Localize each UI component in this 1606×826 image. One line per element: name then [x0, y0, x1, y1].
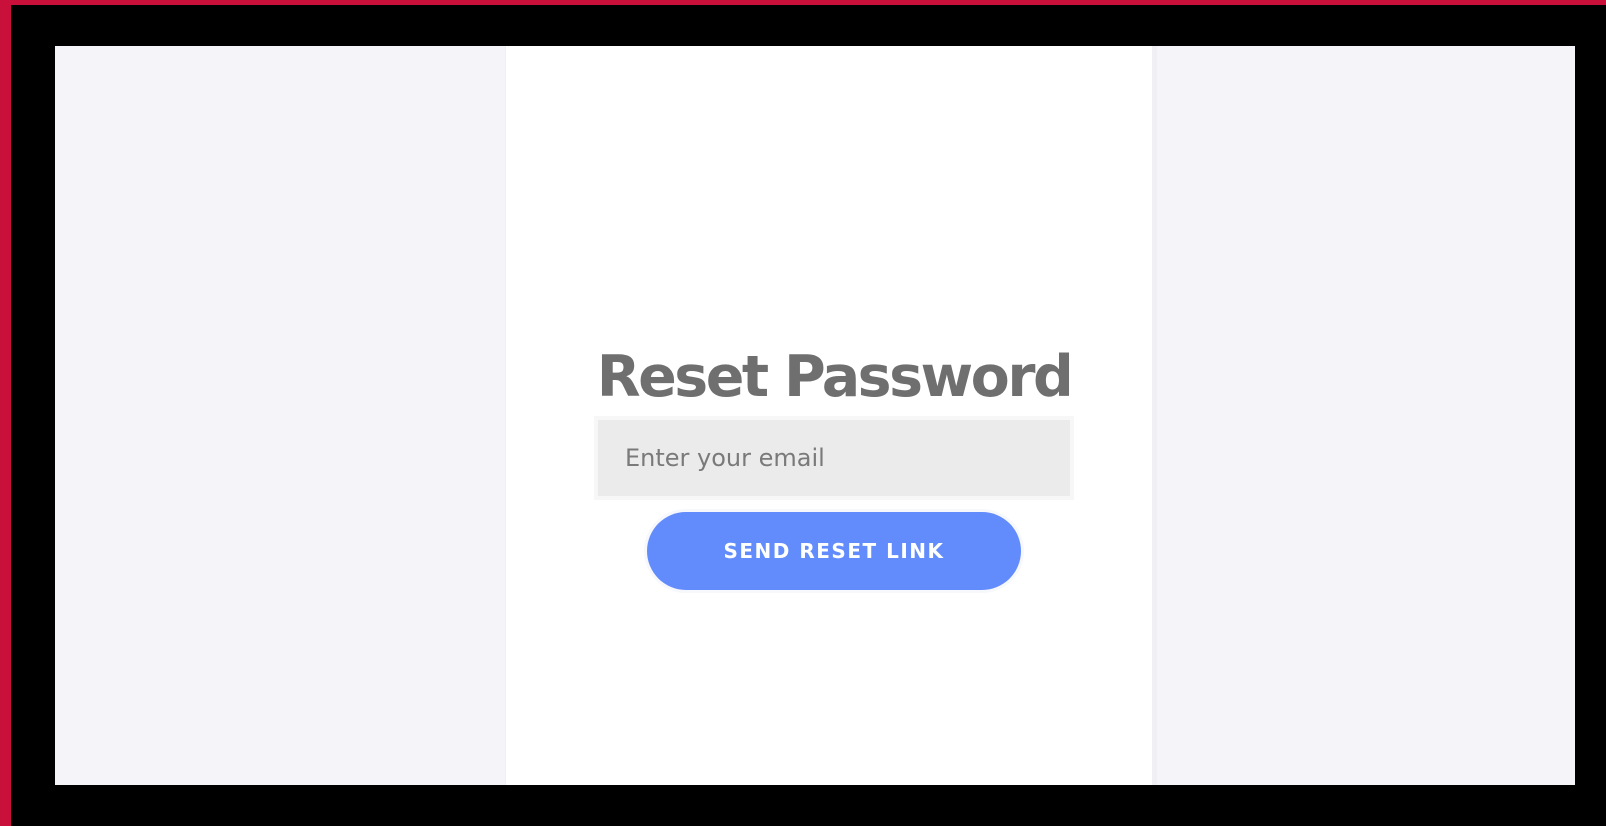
browser-viewport: Reset Password SEND RESET LINK: [55, 46, 1575, 785]
reset-card: Reset Password SEND RESET LINK: [505, 46, 1157, 785]
frame-accent-top: [0, 0, 1606, 5]
page-title: Reset Password: [596, 344, 1074, 410]
frame-accent-left: [0, 0, 11, 826]
send-reset-link-button[interactable]: SEND RESET LINK: [647, 512, 1021, 590]
email-field-wrapper: [594, 416, 1074, 500]
email-field[interactable]: [598, 420, 1070, 496]
reset-password-form: Reset Password SEND RESET LINK: [594, 342, 1074, 590]
